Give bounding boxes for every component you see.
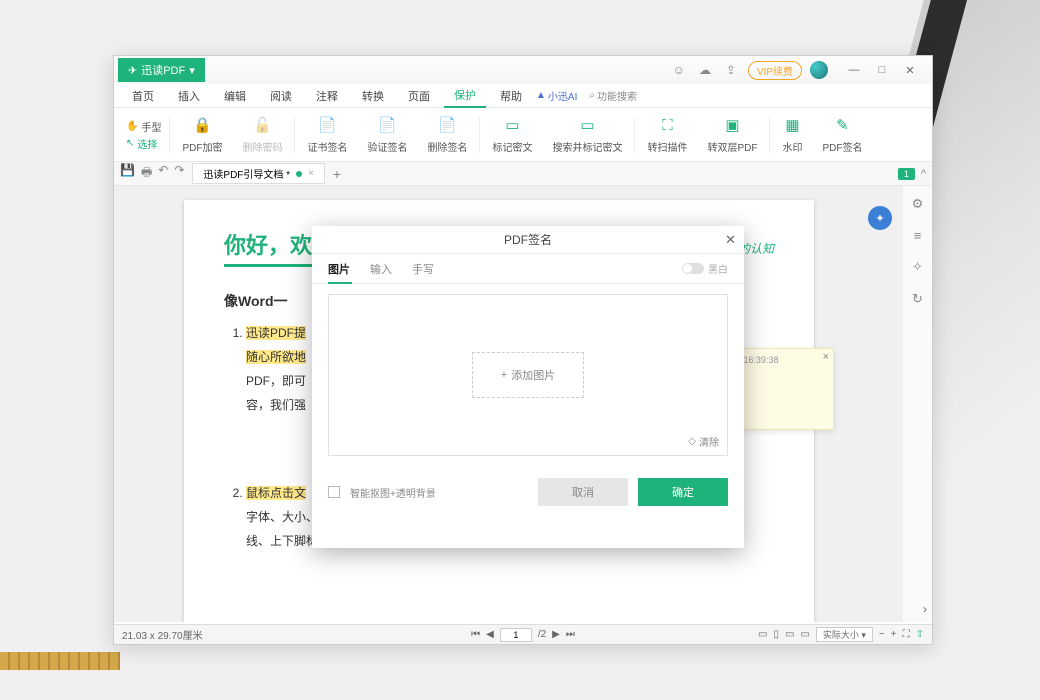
signature-canvas: + 添加图片 ◇ 清除 xyxy=(328,294,728,456)
ok-button[interactable]: 确定 xyxy=(638,478,728,506)
clear-button[interactable]: ◇ 清除 xyxy=(688,434,719,449)
smart-cutout-checkbox[interactable] xyxy=(328,486,340,498)
dialog-tabs: 图片 输入 手写 黑白 xyxy=(312,254,744,284)
bw-toggle[interactable] xyxy=(682,263,704,274)
modal-overlay: PDF签名 ✕ 图片 输入 手写 黑白 + 添加图片 ◇ 清除 xyxy=(0,0,1040,700)
add-image-button[interactable]: + 添加图片 xyxy=(472,352,584,398)
tab-input[interactable]: 输入 xyxy=(370,261,392,277)
plus-icon: + xyxy=(501,369,507,381)
tab-image[interactable]: 图片 xyxy=(328,261,350,277)
cancel-button[interactable]: 取消 xyxy=(538,478,628,506)
dialog-title: PDF签名 xyxy=(504,231,552,248)
dialog-footer: 智能抠图+透明背景 取消 确定 xyxy=(312,468,744,516)
eraser-icon: ◇ xyxy=(688,436,696,447)
checkbox-label: 智能抠图+透明背景 xyxy=(350,485,436,500)
bw-label: 黑白 xyxy=(708,261,728,276)
tab-handwrite[interactable]: 手写 xyxy=(412,261,434,277)
pdf-sign-dialog: PDF签名 ✕ 图片 输入 手写 黑白 + 添加图片 ◇ 清除 xyxy=(312,226,744,548)
dialog-title-bar: PDF签名 ✕ xyxy=(312,226,744,254)
dialog-close-button[interactable]: ✕ xyxy=(725,232,736,248)
